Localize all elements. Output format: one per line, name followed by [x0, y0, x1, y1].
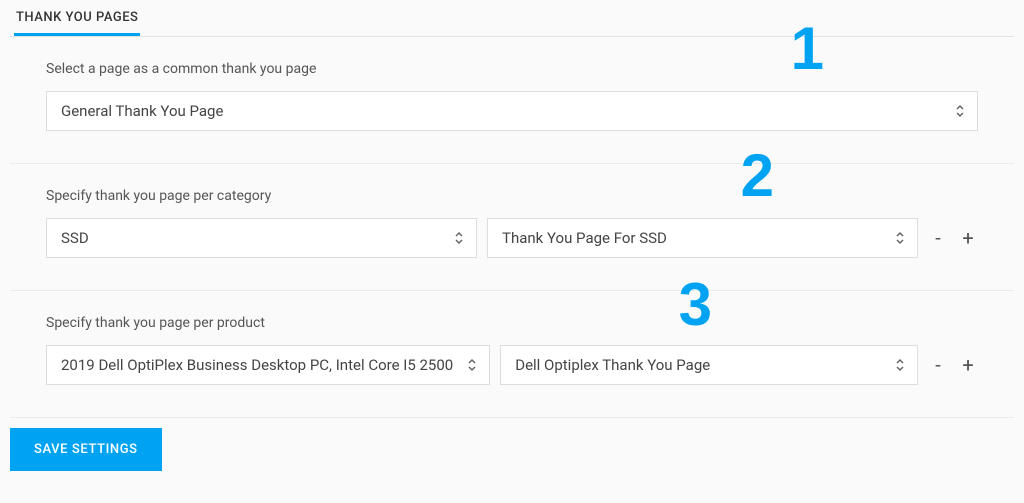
footer: SAVE SETTINGS: [10, 418, 1014, 471]
annotation-3: 3: [679, 275, 712, 335]
chevron-up-down-icon: [467, 357, 477, 373]
product-select[interactable]: 2019 Dell OptiPlex Business Desktop PC, …: [46, 345, 490, 385]
chevron-up-down-icon: [895, 230, 905, 246]
section-common: 1 Select a page as a common thank you pa…: [10, 37, 1014, 164]
category-label: Specify thank you page per category: [46, 188, 978, 204]
category-page-value: Thank You Page For SSD: [502, 229, 667, 247]
save-settings-button[interactable]: SAVE SETTINGS: [10, 428, 162, 471]
add-category-row-button[interactable]: +: [958, 226, 978, 250]
section-category: 2 Specify thank you page per category SS…: [10, 164, 1014, 291]
category-value: SSD: [61, 229, 89, 247]
add-product-row-button[interactable]: +: [958, 353, 978, 377]
common-page-label: Select a page as a common thank you page: [46, 61, 978, 77]
common-page-select[interactable]: General Thank You Page: [46, 91, 978, 131]
section-product: 3 Specify thank you page per product 201…: [10, 291, 1014, 418]
chevron-up-down-icon: [895, 357, 905, 373]
chevron-up-down-icon: [955, 103, 965, 119]
annotation-2: 2: [741, 146, 774, 206]
product-page-value: Dell Optiplex Thank You Page: [515, 356, 710, 374]
product-label: Specify thank you page per product: [46, 315, 978, 331]
annotation-1: 1: [791, 19, 824, 79]
tab-thank-you-pages[interactable]: THANK YOU PAGES: [14, 0, 140, 36]
category-page-select[interactable]: Thank You Page For SSD: [487, 218, 918, 258]
common-page-value: General Thank You Page: [61, 102, 223, 120]
remove-product-row-button[interactable]: -: [928, 353, 948, 377]
category-select[interactable]: SSD: [46, 218, 477, 258]
tab-bar: THANK YOU PAGES: [10, 0, 1014, 37]
chevron-up-down-icon: [454, 230, 464, 246]
product-page-select[interactable]: Dell Optiplex Thank You Page: [500, 345, 918, 385]
remove-category-row-button[interactable]: -: [928, 226, 948, 250]
product-value: 2019 Dell OptiPlex Business Desktop PC, …: [61, 356, 453, 374]
